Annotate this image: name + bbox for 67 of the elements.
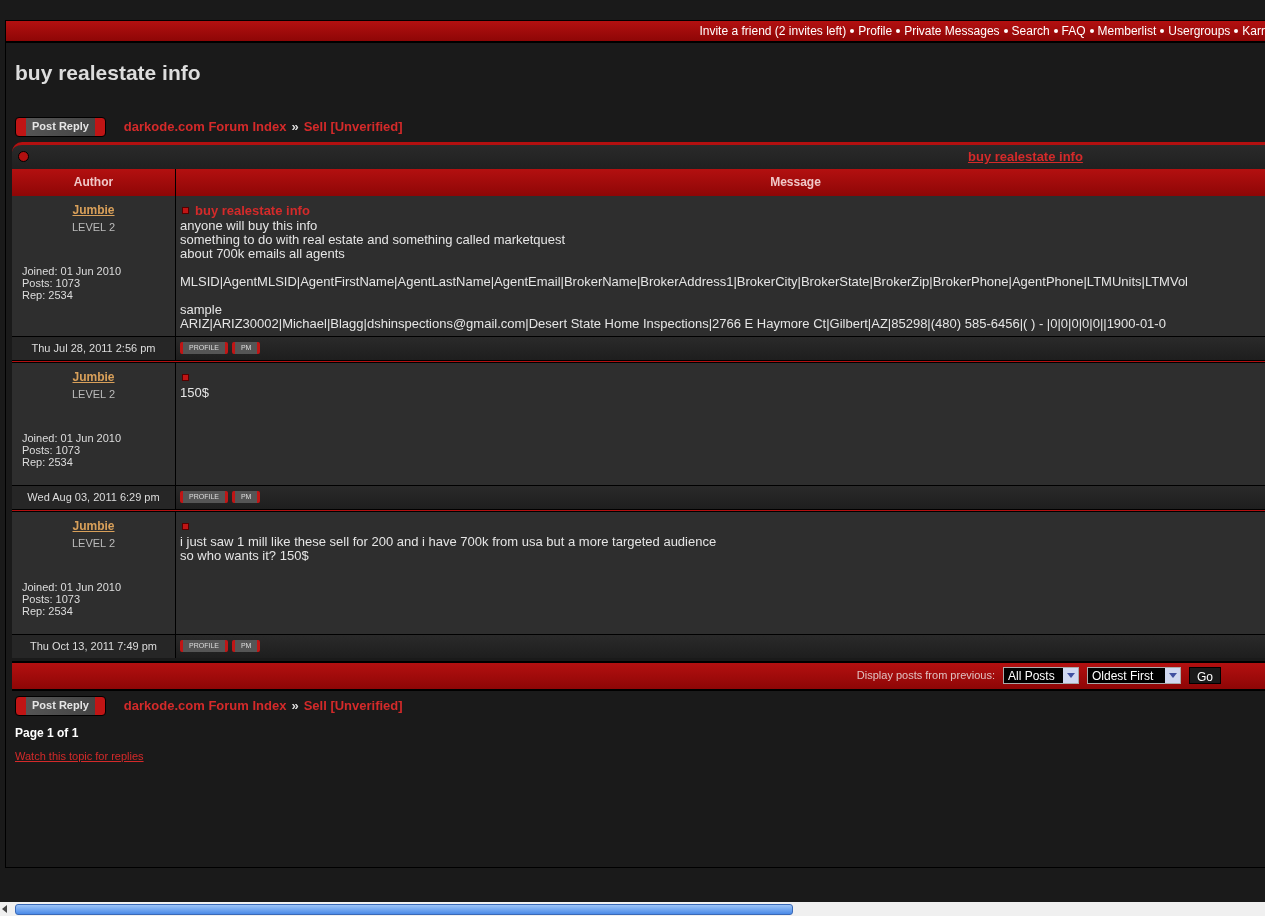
topic-link[interactable]: buy realestate info xyxy=(968,146,1083,167)
scrollbar-thumb[interactable] xyxy=(15,903,793,915)
page-title: buy realestate info xyxy=(15,60,202,86)
reputation: Rep: 2534 xyxy=(22,456,74,468)
post-date: Thu Jul 28, 2011 2:56 pm xyxy=(12,336,176,360)
time-filter-select[interactable]: All Posts xyxy=(1003,667,1079,684)
author-name[interactable]: Jumbie xyxy=(72,516,115,535)
nav-link[interactable]: Memberlist xyxy=(1097,22,1157,40)
joined-date: Joined: 01 Jun 2010 xyxy=(22,581,123,593)
bullet-icon xyxy=(1160,29,1165,33)
post-date: Thu Oct 13, 2011 7:49 pm xyxy=(12,634,176,658)
author-rank: LEVEL 2 xyxy=(72,535,115,551)
post-text: i just saw 1 mill like these sell for 200 and i have 700k from usa but a more targeted audience xyxy=(180,534,718,549)
post-text: about 700k emails all agents xyxy=(180,246,346,261)
reputation: Rep: 2534 xyxy=(22,289,74,301)
post-text: sample xyxy=(180,302,223,317)
nav-link[interactable]: Invite a friend (2 invites left) xyxy=(699,22,847,40)
post-text: something to do with real estate and something called marketquest xyxy=(180,232,567,247)
post-count: Posts: 1073 xyxy=(22,593,82,605)
author-name[interactable]: Jumbie xyxy=(72,367,115,386)
column-header: Author xyxy=(12,168,176,196)
nav-link[interactable]: Private Messages xyxy=(904,22,1000,40)
display-label: Display posts from previous: xyxy=(856,668,995,684)
nav-link[interactable]: Search xyxy=(1011,22,1050,40)
pagination-text: Page 1 of 1 xyxy=(15,724,80,742)
bullet-icon xyxy=(896,29,901,33)
scroll-left-icon[interactable] xyxy=(2,905,7,913)
nav-link[interactable]: Karr xyxy=(1242,22,1265,40)
post-text: so who wants it? 150$ xyxy=(180,548,310,563)
breadcrumb-link[interactable]: darkode.com Forum Index xyxy=(123,695,287,716)
bullet-icon xyxy=(1089,29,1094,33)
breadcrumb-link[interactable]: darkode.com Forum Index xyxy=(123,116,287,137)
nav-link[interactable]: FAQ xyxy=(1061,22,1086,40)
post-count: Posts: 1073 xyxy=(22,277,82,289)
breadcrumb-separator: » xyxy=(291,696,299,715)
watch-topic-link[interactable]: Watch this topic for replies xyxy=(15,747,1256,764)
author-name[interactable]: Jumbie xyxy=(72,200,115,219)
breadcrumb-link[interactable]: Sell [Unverified] xyxy=(303,695,403,716)
post-title: buy realestate info xyxy=(195,203,310,218)
joined-date: Joined: 01 Jun 2010 xyxy=(22,432,123,444)
bullet-icon xyxy=(1053,29,1058,33)
column-header: Message xyxy=(176,168,1265,196)
reputation: Rep: 2534 xyxy=(22,605,74,617)
nav-link[interactable]: Usergroups xyxy=(1168,22,1231,40)
post-count: Posts: 1073 xyxy=(22,444,82,456)
nav-link[interactable]: Profile xyxy=(858,22,893,40)
post-reply-button[interactable]: Post Reply xyxy=(15,116,106,137)
bullet-icon xyxy=(1003,29,1008,33)
post-icon xyxy=(182,374,189,381)
breadcrumb-link[interactable]: Sell [Unverified] xyxy=(303,116,403,137)
post-text: anyone will buy this info xyxy=(180,218,319,233)
post-reply-button[interactable]: Post Reply xyxy=(15,695,106,716)
post-text: 150$ xyxy=(180,385,210,400)
author-rank: LEVEL 2 xyxy=(72,219,115,235)
breadcrumb-separator: » xyxy=(291,117,299,136)
sort-order-select[interactable]: Oldest First xyxy=(1087,667,1181,684)
joined-date: Joined: 01 Jun 2010 xyxy=(22,265,123,277)
post-icon xyxy=(182,523,189,530)
post-date: Wed Aug 03, 2011 6:29 pm xyxy=(12,485,176,509)
bullet-icon xyxy=(850,29,855,33)
go-button[interactable]: Go xyxy=(1189,667,1221,684)
post-text: MLSID|AgentMLSID|AgentFirstName|AgentLastName|AgentEmail|BrokerName|BrokerAddress1|BrokerCity|BrokerState|BrokerZip|BrokerPhone|AgentPhone|LTMUnits|LTMVol xyxy=(180,274,1189,289)
bullet-icon xyxy=(1234,29,1239,33)
post-text: ARIZ|ARIZ30002|Michael|Blagg|dshinspections@gmail.com|Desert State Home Inspections|2766 E Haymore Ct|Gilbert|AZ|85298|(480) 585-6456|( ) - |0|0|0|0|0||1900-01-0 xyxy=(180,316,1167,331)
horizontal-scrollbar[interactable] xyxy=(0,902,1265,916)
post-icon xyxy=(182,207,189,214)
author-rank: LEVEL 2 xyxy=(72,386,115,402)
